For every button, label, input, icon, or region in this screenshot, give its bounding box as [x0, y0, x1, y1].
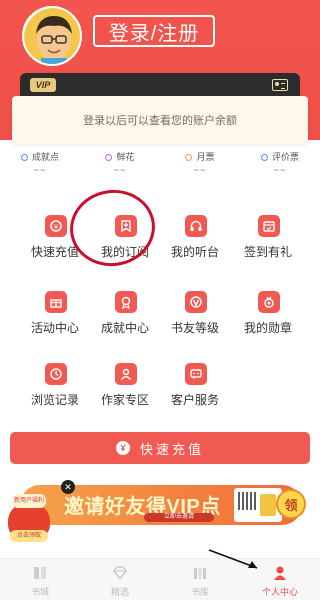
- quick-recharge-button[interactable]: ¥ 快速充值: [10, 432, 310, 464]
- stat-value: ~~: [273, 165, 287, 175]
- dot-icon: [105, 154, 113, 161]
- grid-item-reader-level[interactable]: 书友等级: [155, 281, 235, 341]
- nav-label: 精选: [110, 587, 129, 597]
- grid-item-activity-center[interactable]: 活动中心: [15, 281, 95, 341]
- stat-value: ~~: [33, 165, 47, 175]
- grid-item-label: 活动中心: [30, 321, 79, 335]
- close-icon[interactable]: ✕: [61, 480, 75, 494]
- stat-achievement-points[interactable]: 成就点 ~~: [0, 150, 80, 180]
- diamond-icon: [113, 566, 127, 581]
- grid-item-customer-service[interactable]: 客户服务: [155, 353, 235, 413]
- stat-label: 成就点: [31, 152, 59, 162]
- svg-text:¥: ¥: [54, 223, 59, 231]
- vip-badge: VIP: [30, 78, 56, 92]
- author-icon: [115, 363, 137, 385]
- recharge-icon: ¥: [45, 215, 67, 237]
- grid-item-label: 成就中心: [100, 321, 149, 335]
- grid-item-author-zone[interactable]: 作家专区: [85, 353, 165, 413]
- badge-icon: [258, 291, 280, 313]
- quick-recharge-label: 快速充值: [139, 441, 204, 457]
- phone-icon: [260, 494, 276, 516]
- grid-item-label: 客户服务: [170, 393, 219, 407]
- grid-item-label: 浏览记录: [30, 393, 79, 407]
- grid-item-label: 快速充值: [30, 245, 79, 259]
- login-register-label: 登录/注册: [108, 22, 200, 45]
- stat-label: 鲜花: [116, 152, 135, 162]
- library-icon: [194, 568, 206, 579]
- stat-flowers[interactable]: 鲜花 ~~: [80, 150, 160, 180]
- grid-item-my-listening[interactable]: 我的听台: [155, 205, 235, 265]
- claim-button[interactable]: 领: [276, 489, 306, 519]
- red-envelope-icon[interactable]: 新用户福利 点击领取: [4, 490, 52, 548]
- claim-label: 领: [284, 497, 298, 513]
- grid-item-label: 签到有礼: [243, 245, 292, 259]
- stat-value: ~~: [113, 165, 127, 175]
- nav-item-featured[interactable]: 精选: [80, 563, 160, 599]
- id-card-icon[interactable]: [272, 79, 288, 91]
- headphones-icon: [185, 215, 207, 237]
- stat-monthly-tickets[interactable]: 月票 ~~: [160, 150, 240, 180]
- login-register-button[interactable]: 登录/注册: [93, 15, 215, 47]
- balance-hint: 登录以后可以查看您的账户余额: [83, 115, 237, 127]
- vip-bar[interactable]: VIP: [20, 73, 300, 97]
- avatar[interactable]: [22, 6, 82, 66]
- grid-item-achievement-center[interactable]: 成就中心: [85, 281, 165, 341]
- grid-item-label: 我的订阅: [100, 245, 149, 259]
- nav-label: 书城: [30, 587, 49, 597]
- grid-item-quick-recharge[interactable]: ¥ 快速充值: [15, 205, 95, 265]
- nav-label: 个人中心: [261, 587, 298, 597]
- gift-icon: [45, 291, 67, 313]
- person-icon: [274, 566, 286, 580]
- nav-item-bookstore[interactable]: 书城: [0, 563, 80, 599]
- stat-label: 评价票: [271, 152, 299, 162]
- stat-label: 月票: [196, 152, 215, 162]
- stats-row: 成就点 ~~ 鲜花 ~~ 月票 ~~ 评价票 ~~: [0, 146, 320, 180]
- stat-value: ~~: [193, 165, 207, 175]
- qr-code-icon: [238, 492, 256, 510]
- book-icon: [34, 567, 46, 579]
- banner-sub: 立即去邀请: [144, 513, 214, 522]
- vip-badge-label: VIP: [35, 80, 51, 90]
- coin-icon: ¥: [115, 441, 130, 455]
- nav-label: 书库: [190, 587, 209, 597]
- balance-card[interactable]: 登录以后可以查看您的账户余额: [12, 96, 308, 144]
- grid-item-label: 作家专区: [100, 393, 149, 407]
- bottom-nav: 书城 精选 书库 个人中心: [0, 558, 320, 600]
- medal-icon: [115, 291, 137, 313]
- dot-icon: [20, 154, 28, 161]
- qr-card-icon: [234, 488, 282, 522]
- history-icon: [45, 363, 67, 385]
- nav-item-personal-center[interactable]: 个人中心: [240, 563, 320, 599]
- subscription-icon: [115, 215, 137, 237]
- red-envelope-button: 点击领取: [10, 530, 48, 542]
- grid-item-label: 我的听台: [170, 245, 219, 259]
- grid-item-my-subscription[interactable]: 我的订阅: [85, 205, 165, 265]
- grid-item-my-medals[interactable]: 我的勋章: [228, 281, 308, 341]
- red-envelope-top: 新用户福利: [12, 494, 46, 508]
- nav-item-library[interactable]: 书库: [160, 563, 240, 599]
- service-icon: [185, 363, 207, 385]
- dot-icon: [185, 154, 193, 161]
- calendar-icon: [258, 215, 280, 237]
- level-icon: [185, 291, 207, 313]
- grid-item-label: 书友等级: [170, 321, 219, 335]
- grid-item-label: 我的勋章: [243, 321, 292, 335]
- dot-icon: [260, 154, 268, 161]
- grid-item-checkin-gift[interactable]: 签到有礼: [228, 205, 308, 265]
- stat-review-tickets[interactable]: 评价票 ~~: [240, 150, 320, 180]
- grid-item-browse-history[interactable]: 浏览记录: [15, 353, 95, 413]
